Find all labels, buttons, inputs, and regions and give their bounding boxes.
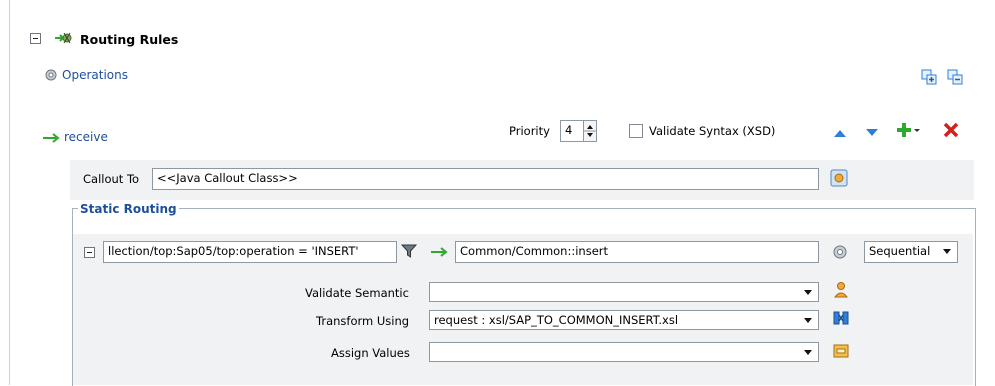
- routing-mode-value: Sequential: [869, 244, 931, 258]
- validate-semantic-select[interactable]: [429, 282, 819, 302]
- route-collapse-toggle[interactable]: [84, 247, 95, 258]
- left-border: [9, 0, 10, 385]
- add-icon[interactable]: [897, 121, 921, 142]
- green-arrow-icon: [430, 246, 448, 260]
- filter-expression-input[interactable]: llection/top:Sap05/top:operation = 'INSE…: [103, 241, 397, 263]
- validate-semantic-icon[interactable]: [833, 281, 849, 302]
- chevron-down-icon: [804, 350, 812, 355]
- gear-icon: [44, 68, 58, 85]
- transform-icon[interactable]: [833, 310, 849, 329]
- assign-values-select[interactable]: [429, 342, 819, 362]
- priority-label: Priority: [509, 124, 550, 138]
- transform-using-label: Transform Using: [316, 314, 410, 328]
- transform-using-value: request : xsl/SAP_TO_COMMON_INSERT.xsl: [434, 313, 679, 327]
- routing-mode-select[interactable]: Sequential: [864, 241, 958, 263]
- validate-semantic-label: Validate Semantic: [305, 286, 409, 300]
- collapse-toggle[interactable]: [30, 33, 41, 44]
- transform-using-select[interactable]: request : xsl/SAP_TO_COMMON_INSERT.xsl: [429, 310, 819, 330]
- move-down-icon[interactable]: [865, 127, 879, 141]
- delete-icon[interactable]: [943, 122, 959, 141]
- validate-syntax-label: Validate Syntax (XSD): [649, 124, 776, 138]
- page-title: Routing Rules: [80, 32, 179, 47]
- target-service-input[interactable]: Common/Common::insert: [455, 241, 819, 263]
- routing-rules-icon: [53, 30, 73, 49]
- priority-input[interactable]: 4: [560, 120, 584, 142]
- green-arrow-icon: [42, 132, 60, 146]
- chevron-down-icon: [804, 290, 812, 295]
- callout-class-input[interactable]: <<Java Callout Class>>: [152, 168, 819, 190]
- chevron-down-icon: [943, 249, 951, 254]
- assign-values-icon[interactable]: [833, 343, 849, 362]
- gear-icon[interactable]: [832, 244, 848, 263]
- browse-icon[interactable]: [830, 169, 848, 190]
- chevron-down-icon: [804, 318, 812, 323]
- priority-spinner[interactable]: [583, 120, 597, 142]
- assign-values-label: Assign Values: [331, 346, 410, 360]
- route-name-link[interactable]: receive: [64, 130, 108, 144]
- static-routing-title: Static Routing: [78, 202, 179, 216]
- callout-label: Callout To: [83, 172, 140, 186]
- collapse-all-icon[interactable]: [947, 69, 963, 88]
- operations-link[interactable]: Operations: [62, 68, 128, 82]
- validate-syntax-checkbox[interactable]: [629, 124, 643, 138]
- move-up-icon[interactable]: [833, 127, 847, 141]
- filter-icon[interactable]: [400, 243, 418, 262]
- expand-all-icon[interactable]: [921, 69, 937, 88]
